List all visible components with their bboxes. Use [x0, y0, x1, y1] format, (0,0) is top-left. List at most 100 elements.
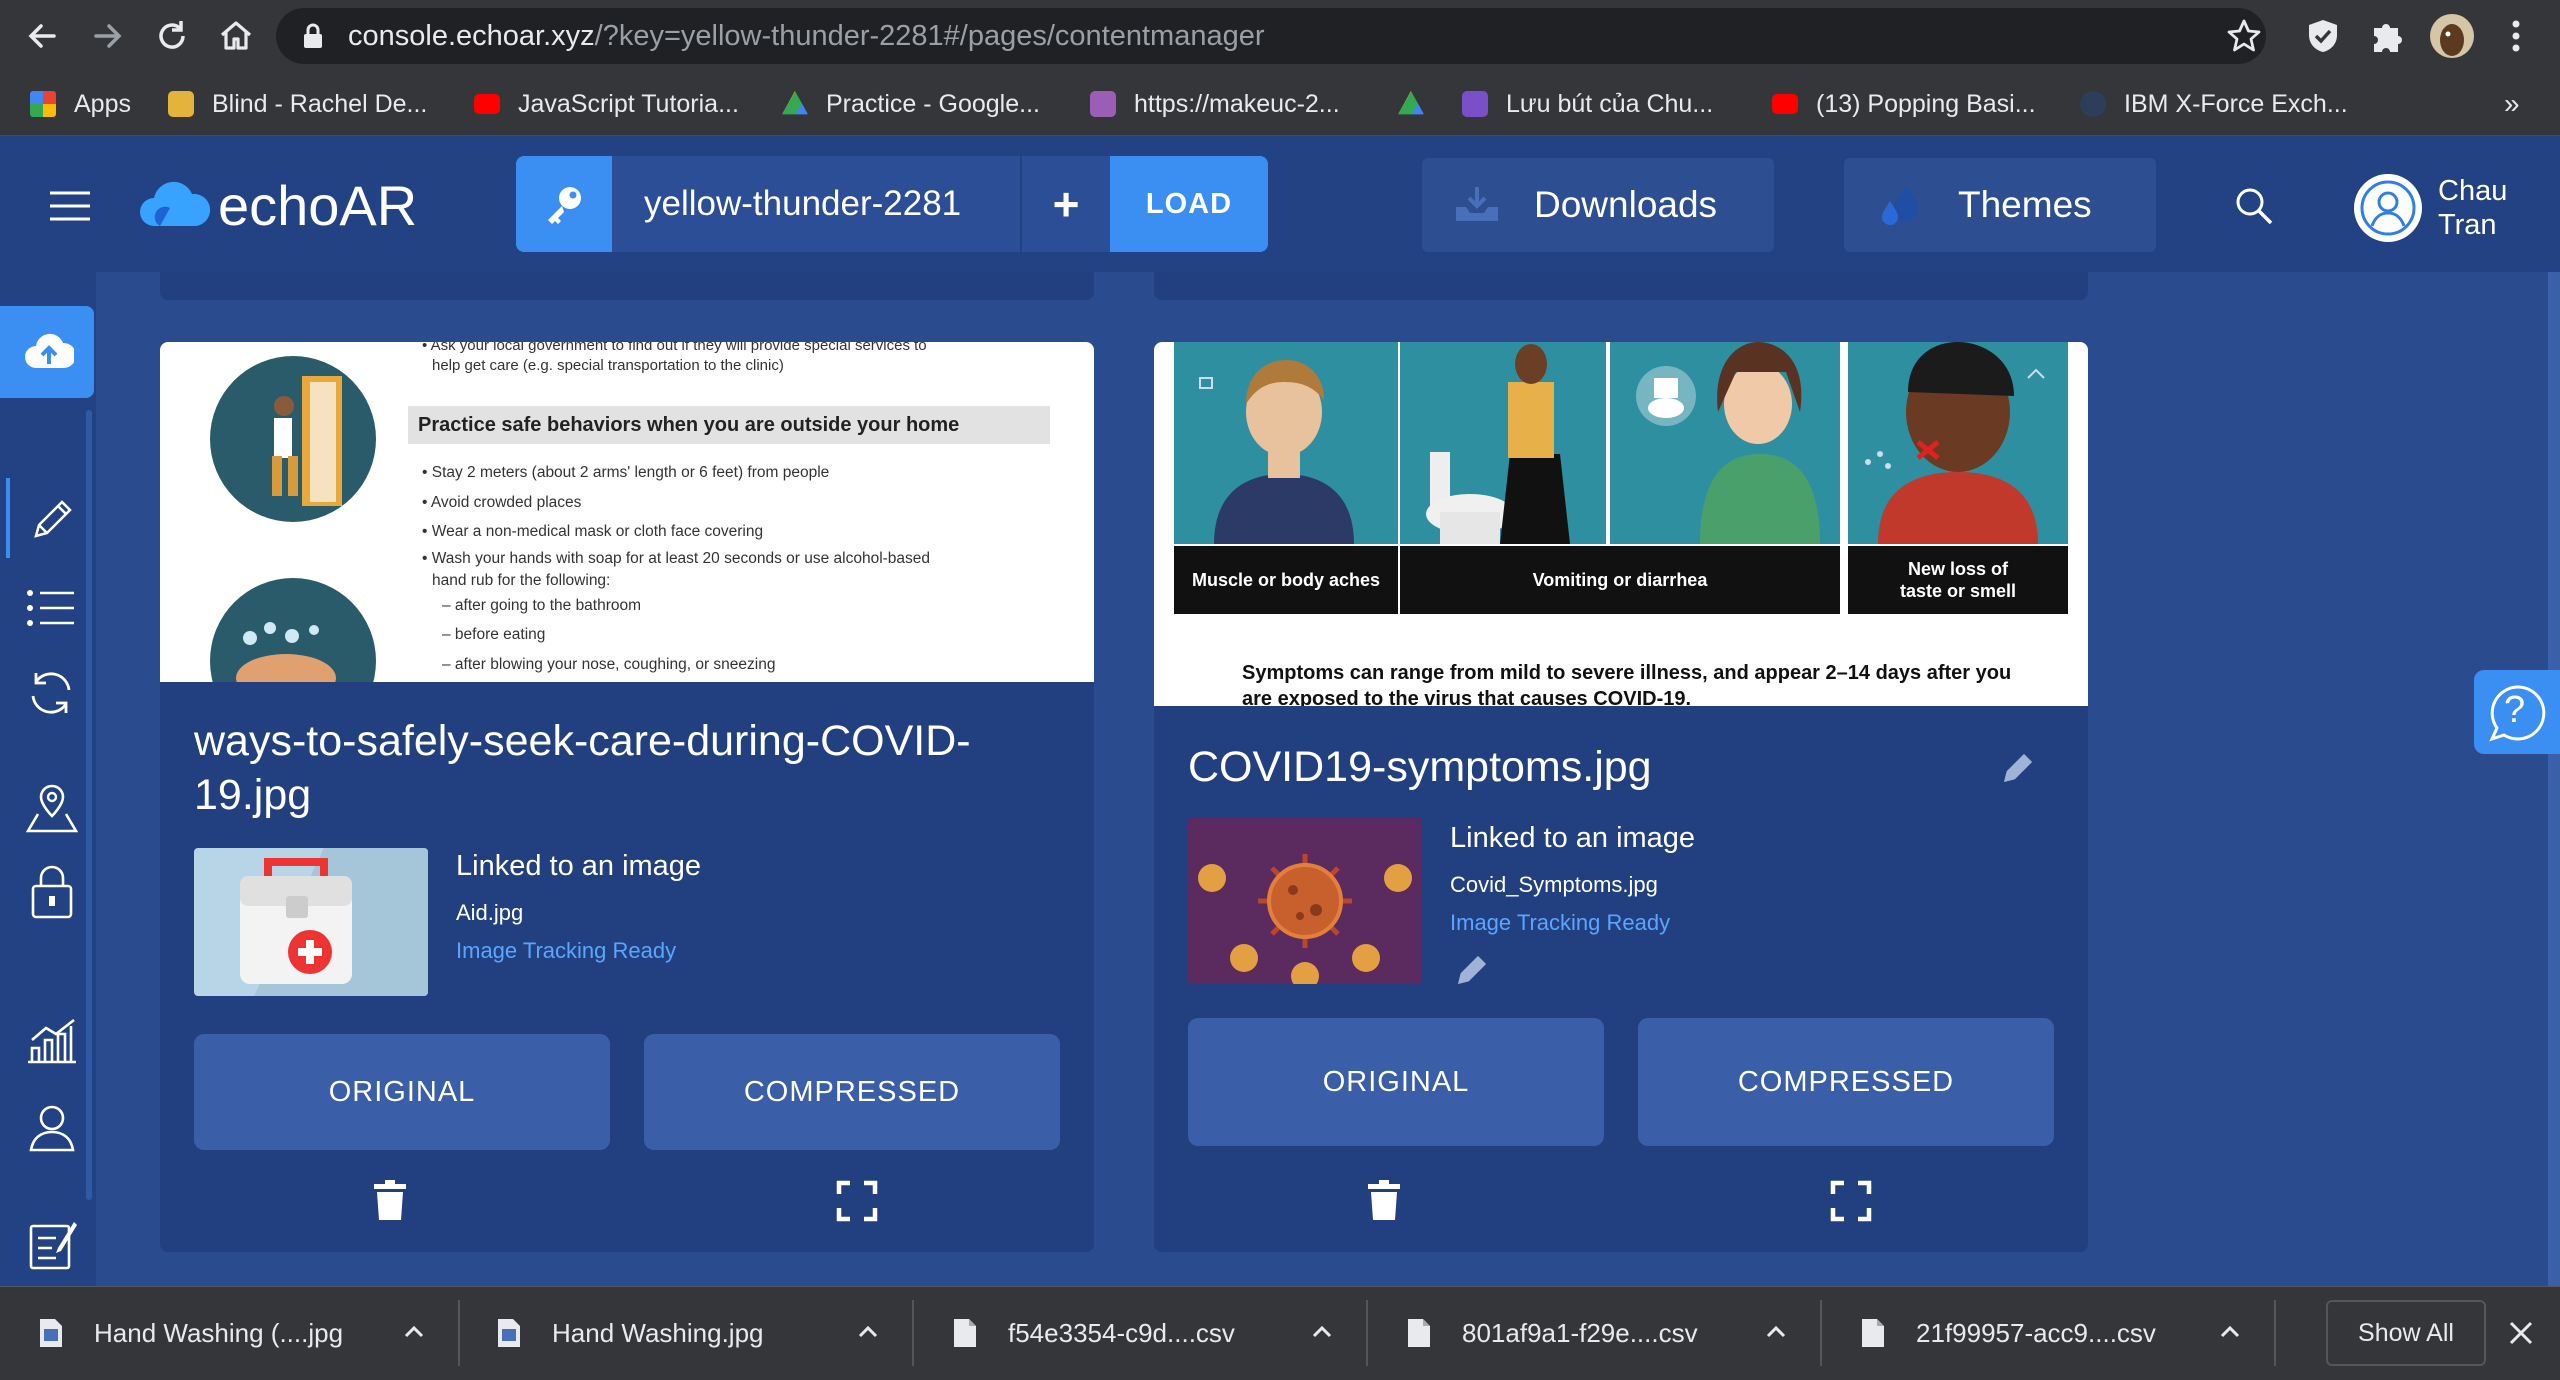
- shield-extension-icon[interactable]: [2306, 18, 2340, 54]
- bookmark-practice-google[interactable]: Practice - Google...: [782, 72, 1040, 136]
- download-filename: Hand Washing (....jpg: [94, 1317, 344, 1348]
- apps-grid-icon: [30, 91, 56, 117]
- add-key-button[interactable]: +: [1020, 156, 1110, 252]
- linked-image-thumbnail[interactable]: [194, 848, 428, 996]
- download-item[interactable]: 801af9a1-f29e....csv: [1406, 1286, 1698, 1380]
- download-filename: 21f99957-acc9....csv: [1916, 1317, 2156, 1348]
- user-name[interactable]: Chau Tran: [2438, 174, 2507, 242]
- download-options-chevron-icon[interactable]: [856, 1320, 880, 1344]
- home-icon[interactable]: [216, 16, 256, 56]
- original-button[interactable]: ORIGINAL: [1188, 1018, 1604, 1146]
- forward-icon[interactable]: [88, 16, 128, 56]
- downloads-button[interactable]: Downloads: [1422, 158, 1774, 252]
- divider: [1366, 1300, 1368, 1366]
- sidebar-list-icon[interactable]: [26, 588, 76, 628]
- bookmark-luu-but[interactable]: Lưu bút của Chu...: [1462, 72, 1713, 136]
- download-tray-icon: [1456, 187, 1498, 221]
- sidebar-edit-icon[interactable]: [30, 496, 76, 542]
- edit-link-pencil-icon[interactable]: [1458, 954, 1488, 984]
- bookmark-blind[interactable]: Blind - Rachel De...: [168, 72, 427, 136]
- sidebar-lock-icon[interactable]: [30, 864, 74, 920]
- preview-line: • Wash your hands with soap for at least…: [422, 549, 931, 567]
- content-preview-image[interactable]: • Ask your local government to find out …: [160, 342, 1094, 682]
- compressed-button[interactable]: COMPRESSED: [644, 1034, 1060, 1150]
- content-preview-image[interactable]: Muscle or body aches Vomiting or diarrhe…: [1154, 342, 2088, 706]
- search-icon[interactable]: [2234, 186, 2274, 226]
- extensions-puzzle-icon[interactable]: [2368, 18, 2404, 54]
- download-item[interactable]: 21f99957-acc9....csv: [1860, 1286, 2156, 1380]
- compressed-button[interactable]: COMPRESSED: [1638, 1018, 2054, 1146]
- sidebar-analytics-icon[interactable]: [26, 1018, 78, 1064]
- lock-icon[interactable]: [302, 22, 324, 50]
- image-file-icon: [40, 1319, 62, 1347]
- fullscreen-icon[interactable]: [836, 1180, 878, 1222]
- download-options-chevron-icon[interactable]: [2218, 1320, 2242, 1344]
- bookmark-star-icon[interactable]: [2226, 18, 2262, 54]
- api-key-input[interactable]: yellow-thunder-2281: [612, 156, 1020, 252]
- download-item[interactable]: Hand Washing.jpg: [496, 1286, 764, 1380]
- linked-filename: Covid_Symptoms.jpg: [1450, 872, 1658, 897]
- sidebar-notes-icon[interactable]: [28, 1218, 78, 1270]
- bookmark-ibm-xforce[interactable]: IBM X-Force Exch...: [2080, 72, 2348, 136]
- tracking-status-link[interactable]: Image Tracking Ready: [1450, 910, 1670, 936]
- themes-label: Themes: [1958, 184, 2092, 225]
- echoar-logo-icon: [136, 180, 212, 230]
- close-downloads-icon[interactable]: [2508, 1320, 2534, 1346]
- sidebar-location-icon[interactable]: [26, 784, 78, 834]
- preview-heading: Practice safe behaviors when you are out…: [408, 406, 1050, 444]
- bookmark-makeuc[interactable]: https://makeuc-2...: [1090, 72, 1340, 136]
- download-options-chevron-icon[interactable]: [1310, 1320, 1334, 1344]
- download-item[interactable]: Hand Washing (....jpg: [38, 1286, 343, 1380]
- page-scrollbar[interactable]: [2548, 272, 2560, 1286]
- show-all-downloads-button[interactable]: Show All: [2326, 1300, 2486, 1366]
- preview-line: – after blowing your nose, coughing, or …: [442, 655, 776, 673]
- user-avatar[interactable]: [2354, 174, 2422, 242]
- bookmark-javascript-tutorial[interactable]: JavaScript Tutoria...: [474, 72, 739, 136]
- bookmark-apps[interactable]: Apps: [30, 72, 131, 136]
- download-filename: 801af9a1-f29e....csv: [1462, 1317, 1698, 1348]
- water-drops-icon: [1882, 185, 1918, 225]
- download-item[interactable]: f54e3354-c9d....csv: [952, 1286, 1235, 1380]
- download-options-chevron-icon[interactable]: [402, 1320, 426, 1344]
- original-button[interactable]: ORIGINAL: [194, 1034, 610, 1150]
- ibm-favicon: [2080, 91, 2106, 117]
- google-drive-favicon: [1398, 91, 1424, 115]
- themes-button[interactable]: Themes: [1844, 158, 2156, 252]
- reload-icon[interactable]: [152, 16, 192, 56]
- chrome-menu-icon[interactable]: [2506, 16, 2526, 56]
- sidebar-upload-button[interactable]: [0, 306, 94, 398]
- sidebar-active-indicator: [6, 478, 10, 558]
- bookmarks-overflow-icon[interactable]: »: [2504, 72, 2520, 136]
- preview-footer: Symptoms can range from mild to severe i…: [1242, 660, 2011, 706]
- bookmark-drive[interactable]: [1398, 72, 1442, 136]
- api-key-button[interactable]: [516, 156, 612, 252]
- bookmark-popping-basics[interactable]: (13) Popping Basi...: [1772, 72, 2036, 136]
- footer-line: are exposed to the virus that causes COV…: [1242, 688, 1692, 706]
- tracking-status-link[interactable]: Image Tracking Ready: [456, 938, 676, 964]
- google-forms-favicon: [1462, 91, 1488, 117]
- edit-title-pencil-icon[interactable]: [2004, 752, 2034, 782]
- hamburger-menu-icon[interactable]: [50, 190, 90, 222]
- preview-line: – before eating: [442, 626, 546, 643]
- profile-avatar[interactable]: [2430, 14, 2474, 58]
- sidebar-sync-icon[interactable]: [26, 668, 76, 718]
- delete-trash-icon[interactable]: [374, 1180, 406, 1220]
- download-options-chevron-icon[interactable]: [1764, 1320, 1788, 1344]
- help-button[interactable]: ?: [2474, 670, 2560, 754]
- previous-card-bottom: [160, 272, 1094, 300]
- preview-line: help get care (e.g. special transportati…: [432, 357, 784, 374]
- divider: [2274, 1300, 2276, 1366]
- downloads-label: Downloads: [1534, 184, 1718, 225]
- sidebar-user-icon[interactable]: [28, 1104, 76, 1152]
- delete-trash-icon[interactable]: [1368, 1180, 1400, 1220]
- brand-name: echoAR: [218, 174, 418, 237]
- fullscreen-icon[interactable]: [1830, 1180, 1872, 1222]
- sidebar-scrollbar[interactable]: [86, 410, 92, 1200]
- divider: [1820, 1300, 1822, 1366]
- linked-image-thumbnail[interactable]: [1188, 818, 1422, 984]
- preview-bullets: • Stay 2 meters (about 2 arms' length or…: [422, 458, 930, 679]
- footer-line: Symptoms can range from mild to severe i…: [1242, 662, 2012, 684]
- load-button[interactable]: LOAD: [1110, 156, 1268, 252]
- url-text[interactable]: console.echoar.xyz/?key=yellow-thunder-2…: [348, 14, 1265, 58]
- back-icon[interactable]: [22, 16, 62, 56]
